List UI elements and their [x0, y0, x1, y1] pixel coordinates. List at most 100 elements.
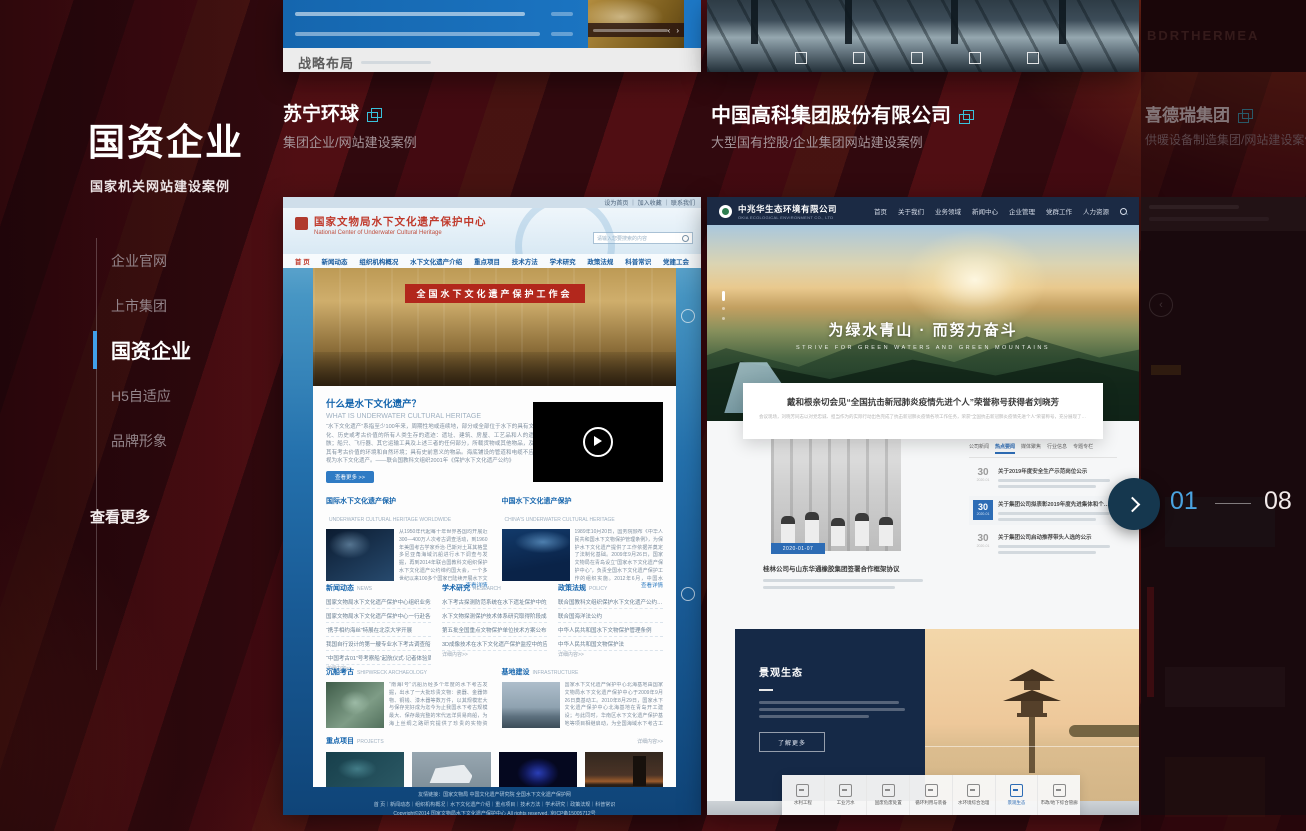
list-item[interactable]: 我国自行设计的第一艘专业水下考古调查船下水试航: [326, 637, 431, 651]
project-item[interactable]: “南海Ⅰ号”沉船考古发掘与保护: [326, 752, 404, 787]
service-item[interactable]: 水环境综合治理: [953, 775, 996, 815]
tab-media[interactable]: 媒体聚焦: [1021, 443, 1041, 454]
list-item[interactable]: 水下考古探测防范系统在水下遗址保护中的应用: [442, 595, 547, 609]
learn-more-button[interactable]: 了解更多: [759, 732, 825, 752]
carousel-dot[interactable]: [722, 307, 725, 310]
list-item[interactable]: 联合国教科文组织保护水下文化遗产公约……: [558, 595, 663, 609]
service-item[interactable]: 固废危废处置: [867, 775, 910, 815]
tab-special[interactable]: 专题专栏: [1073, 443, 1093, 454]
heritage-topbar-links[interactable]: 设为首页 ｜ 加入收藏 ｜ 联系我们: [604, 198, 695, 207]
mini-icon: [911, 52, 923, 64]
service-item[interactable]: 市政/地下综合管廊: [1038, 775, 1080, 815]
recycle-icon: [925, 784, 938, 797]
tab-company-news[interactable]: 公司新闻: [969, 443, 989, 454]
eco-news-photo[interactable]: [771, 439, 901, 551]
list-item[interactable]: 第五批全国重点文物保护单位技术方案公布实施: [442, 623, 547, 637]
open-link-icon[interactable]: [371, 108, 382, 118]
carousel-next-icon[interactable]: ›: [676, 26, 679, 35]
heritage-nav-science[interactable]: 科普常识: [625, 256, 651, 266]
eco-news-caption[interactable]: 桂林公司与山东华通橡胶集团签署合作框架协议: [763, 563, 923, 573]
sidebar-item-shangshijituan[interactable]: 上市集团: [111, 296, 167, 316]
page-subtitle: 国家机关网站建设案例: [90, 176, 230, 195]
eco-header: 中兆华生态环境有限公司 OKIA ECOLOGICAL ENVIRONMENT …: [707, 197, 1139, 225]
eco-nav-about[interactable]: 关于我们: [898, 206, 924, 216]
eco-nav-party[interactable]: 党群工作: [1046, 206, 1072, 216]
eco-nav-news[interactable]: 新闻中心: [972, 206, 998, 216]
thumb-heritage-site[interactable]: 设为首页 ｜ 加入收藏 ｜ 联系我们 国家文物局水下文化遗产保护中心 Natio…: [283, 197, 701, 815]
scroll-indicator[interactable]: [681, 309, 695, 323]
scroll-indicator[interactable]: [681, 587, 695, 601]
play-icon[interactable]: [583, 427, 613, 457]
research-title-en: RESEARCH: [473, 586, 501, 592]
heritage-nav-org[interactable]: 组织机构概况: [359, 256, 398, 266]
list-item[interactable]: 国家文物局水下文化遗产保护中心组织业务培训工作: [326, 595, 431, 609]
heritage-nav-projects[interactable]: 重点项目: [474, 256, 500, 266]
shoreline: [1069, 725, 1139, 737]
eco-nav-management[interactable]: 企业管理: [1009, 206, 1035, 216]
research-more-link[interactable]: 详细内容>>: [442, 651, 547, 658]
sidebar-item-guoziqiye[interactable]: 国资企业: [111, 335, 191, 364]
view-more-link[interactable]: 查看更多: [90, 506, 150, 527]
next-page-button[interactable]: [1108, 478, 1160, 530]
service-item[interactable]: 水利工程: [782, 775, 825, 815]
news-day: 30: [973, 502, 993, 512]
search-icon[interactable]: [1120, 208, 1127, 215]
list-item[interactable]: 国家文物局水下文化遗产保护中心一行赴各省考察调研: [326, 609, 431, 623]
thumb-gaoke-bridge[interactable]: [707, 0, 1139, 72]
news-day: 30: [973, 533, 993, 544]
carousel-prev-icon[interactable]: ‹: [668, 26, 671, 35]
thumb-suning[interactable]: ‹ › 战略布局: [283, 0, 701, 72]
service-item[interactable]: 工业污水: [825, 775, 868, 815]
list-item[interactable]: 中华人民共和国水下文物保护管理条例: [558, 623, 663, 637]
eco-headline: 戴和根亲切会见“全国抗击新冠肺炎疫情先进个人”荣誉称号获得者刘晓芳: [759, 396, 1087, 408]
china-text: 1989年10月20日，国务院颁布《中华人民共和国水下文物保护管理条例》，为保护…: [575, 529, 664, 581]
project-item[interactable]: “中国考古01”号: [412, 752, 490, 787]
intro-more-button[interactable]: 查看更多 >>: [326, 471, 374, 483]
policy-more-link[interactable]: 详细内容>>: [558, 651, 663, 658]
heritage-nav-tech[interactable]: 技术方法: [512, 256, 538, 266]
heritage-nav-party[interactable]: 党建工会: [663, 256, 689, 266]
suning-carousel-image[interactable]: ‹ ›: [588, 0, 684, 48]
service-item[interactable]: 循环利用与装备: [910, 775, 953, 815]
heritage-nav-research[interactable]: 学术研究: [550, 256, 576, 266]
list-item[interactable]: 3D成像技术在水下文化遗产保护监控中的应用: [442, 637, 547, 651]
open-link-icon[interactable]: [963, 110, 974, 120]
tab-hot-news[interactable]: 热点要闻: [995, 443, 1015, 454]
news-item[interactable]: 302020-01 关于2019年度安全生产示范岗位公示: [969, 463, 1117, 492]
list-item[interactable]: “携手相约海丝”特展在北京大学开展: [326, 623, 431, 637]
list-item[interactable]: 水下文物探测保护技术体系研究取得阶段成果: [442, 609, 547, 623]
list-item[interactable]: 中华人民共和国文物保护法: [558, 637, 663, 651]
news-item[interactable]: 302020-01 关于集团公司启动推荐带头人选的公示: [969, 529, 1117, 558]
sidebar-item-pinpai[interactable]: 品牌形象: [111, 431, 167, 451]
projects-more-link[interactable]: 详细内容>>: [637, 738, 663, 745]
heritage-nav-intro[interactable]: 水下文化遗产介绍: [410, 256, 462, 266]
thumb-eco-site[interactable]: 中兆华生态环境有限公司 OKIA ECOLOGICAL ENVIRONMENT …: [707, 197, 1139, 815]
project-item[interactable]: 2014年辽宁绥中海域水下考古重点调查: [585, 752, 663, 787]
eco-hero-text: 为绿水青山 · 而努力奋斗 STRIVE FOR GREEN WATERS AN…: [707, 319, 1139, 351]
heritage-nav-home[interactable]: 首 页: [295, 256, 310, 266]
pagination-total: 08: [1264, 487, 1292, 516]
heritage-nav-policy[interactable]: 政策法规: [587, 256, 613, 266]
intro-video[interactable]: [533, 402, 663, 482]
heritage-nav-news[interactable]: 新闻动态: [322, 256, 348, 266]
sidebar-item-h5[interactable]: H5自适应: [111, 386, 171, 406]
card-title-gaoke[interactable]: 中国高科集团股份有限公司: [711, 99, 974, 128]
eco-nav-home[interactable]: 首页: [874, 206, 887, 216]
list-item[interactable]: 联合国海洋法公约: [558, 609, 663, 623]
carousel-dot-active[interactable]: [722, 291, 725, 301]
sidebar-item-qiyeguanwang[interactable]: 企业官网: [111, 251, 167, 271]
card-subtitle-gaoke: 大型国有控股/企业集团网站建设案例: [711, 132, 923, 151]
card-title-suning[interactable]: 苏宁环球: [283, 99, 382, 126]
news-date: 2020-01: [973, 512, 993, 516]
project-item[interactable]: 宁波象山“小白礁Ⅰ号”沉船遗址: [499, 752, 577, 787]
heritage-search-input[interactable]: 请输入您要搜索的内容: [593, 232, 693, 244]
carousel-dot[interactable]: [722, 317, 725, 320]
eco-nav-business[interactable]: 业务领域: [935, 206, 961, 216]
search-icon[interactable]: [682, 235, 689, 242]
eco-headline-card[interactable]: 戴和根亲切会见“全国抗击新冠肺炎疫情先进个人”荣誉称号获得者刘晓芳 会议现场，刘…: [743, 383, 1103, 439]
tab-industry[interactable]: 行业信息: [1047, 443, 1067, 454]
news-item-highlighted[interactable]: 302020-01 关于集团公司拟表彰2019年度先进集体和个…: [969, 496, 1117, 525]
service-item-active[interactable]: 景观生态: [996, 775, 1039, 815]
eco-nav-hr[interactable]: 人力资源: [1083, 206, 1109, 216]
project-image: [326, 752, 404, 787]
